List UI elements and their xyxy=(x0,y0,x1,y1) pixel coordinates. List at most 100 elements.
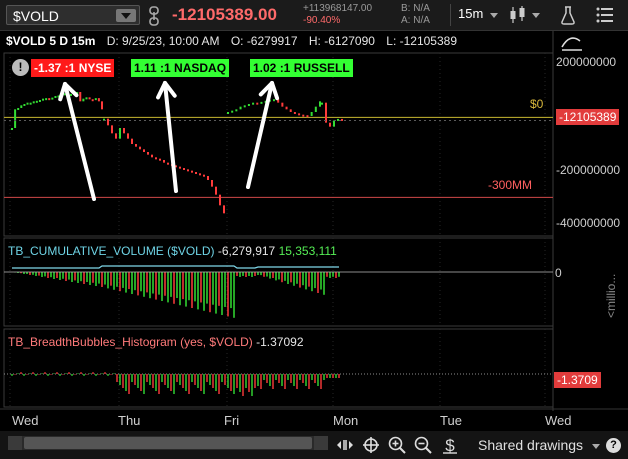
last-price: -12105389.00 xyxy=(172,5,277,24)
chart-header: $VOLD 5 D 15m D: 9/25/23, 10:00 AM O: -6… xyxy=(6,34,465,48)
price-panel xyxy=(4,92,553,214)
candle xyxy=(289,109,292,112)
header-high: H: -6127090 xyxy=(308,34,375,48)
candle xyxy=(191,170,193,173)
candle xyxy=(337,118,339,121)
candle xyxy=(306,115,309,118)
candle xyxy=(329,122,331,127)
bottom-toolbar: $ Shared drawings ? xyxy=(0,431,628,459)
candle xyxy=(293,112,296,114)
crosshair-icon[interactable] xyxy=(362,436,380,454)
chart-side-icons xyxy=(560,33,582,51)
candle xyxy=(252,102,255,105)
net-change: +113968147.00 xyxy=(303,3,373,14)
candle xyxy=(23,104,26,106)
scroll-right-button[interactable] xyxy=(314,436,328,450)
minus-300mm-line-label: -300MM xyxy=(488,178,533,192)
candle xyxy=(167,162,169,165)
scroll-left-button[interactable] xyxy=(8,436,22,450)
chart-menu-icon[interactable] xyxy=(596,7,614,23)
candle xyxy=(139,146,141,150)
candle xyxy=(321,102,323,105)
candle xyxy=(325,102,327,123)
toolbar: $VOLD -12105389.00 +113968147.00 -90.40%… xyxy=(0,0,628,31)
study-name[interactable]: TB_CUMULATIVE_VOLUME ($VOLD) xyxy=(8,244,215,258)
shared-drawings-caret-icon[interactable] xyxy=(592,444,600,449)
alert-icon[interactable]: ! xyxy=(12,59,29,76)
candle xyxy=(183,168,185,170)
candle xyxy=(333,120,335,127)
scrollbar-thumb[interactable] xyxy=(24,437,312,449)
help-icon[interactable]: ? xyxy=(606,438,621,453)
candle xyxy=(227,112,229,114)
candle xyxy=(298,113,301,116)
candle xyxy=(195,172,197,174)
candle xyxy=(319,101,321,107)
zoom-out-icon[interactable] xyxy=(414,436,432,454)
candle xyxy=(247,104,250,106)
chart-type-caret-icon[interactable] xyxy=(532,13,540,18)
zoom-in-icon[interactable] xyxy=(388,436,406,454)
candle xyxy=(235,109,238,112)
link-icon[interactable] xyxy=(148,6,160,26)
drawing-tool-icon xyxy=(561,37,582,51)
candle xyxy=(273,99,275,102)
candle xyxy=(79,92,82,102)
time-axis-label: Wed xyxy=(545,413,572,428)
annotation-arrow xyxy=(246,81,274,189)
candle xyxy=(285,106,288,110)
symbol-selector[interactable]: $VOLD xyxy=(6,5,140,25)
expand-time-axis-icon[interactable] xyxy=(336,436,354,454)
candle xyxy=(131,138,133,144)
price-axis-tick: -200000000 xyxy=(556,163,621,177)
cumulative-axis-zero: 0 xyxy=(555,266,562,280)
russell-ratio-tag: 1.02 :1 RUSSELL xyxy=(250,59,353,77)
candle xyxy=(82,98,85,102)
candle xyxy=(107,118,109,126)
candle xyxy=(29,102,32,105)
candle xyxy=(38,100,41,102)
candle xyxy=(45,98,48,101)
candle xyxy=(302,114,305,117)
symbol-dropdown-icon[interactable] xyxy=(116,9,136,22)
shared-drawings-button[interactable]: Shared drawings xyxy=(478,437,583,453)
study-name[interactable]: TB_BreadthBubbles_Histogram (yes, $VOLD) xyxy=(8,335,253,349)
candle xyxy=(101,101,103,110)
candle xyxy=(155,157,157,160)
symbol-input[interactable]: $VOLD xyxy=(13,8,59,24)
candle xyxy=(151,154,153,158)
candle xyxy=(91,99,94,102)
timeframe-caret-icon[interactable] xyxy=(490,13,498,18)
dollar-icon[interactable]: $ xyxy=(441,436,459,454)
candlestick-icon[interactable] xyxy=(508,5,528,25)
timeframe-button[interactable]: 15m xyxy=(458,6,483,21)
time-axis-label: Mon xyxy=(333,413,359,428)
drawing-tool-icon xyxy=(560,33,582,51)
chart-canvas[interactable] xyxy=(0,31,628,431)
candle xyxy=(69,93,72,96)
candle xyxy=(17,108,20,110)
candle xyxy=(97,98,100,102)
time-axis-label: Tue xyxy=(440,413,462,428)
candle xyxy=(127,133,129,139)
candle xyxy=(88,97,91,100)
cumulative-volume-panel xyxy=(4,265,553,318)
breadth-bubbles-header: TB_BreadthBubbles_Histogram (yes, $VOLD)… xyxy=(8,335,304,349)
chart-grid xyxy=(0,31,628,411)
candle xyxy=(123,128,125,134)
header-symbol-period: $VOLD 5 D 15m xyxy=(6,34,96,48)
studies-beaker-icon[interactable] xyxy=(560,5,576,25)
candle xyxy=(85,97,88,100)
candle xyxy=(35,100,38,103)
header-date: D: 9/25/23, 10:00 AM xyxy=(106,34,220,48)
time-axis-label: Thu xyxy=(118,413,141,428)
candle xyxy=(199,173,201,176)
last-price-axis-tag: -12105389 xyxy=(556,109,620,125)
candle xyxy=(215,186,217,195)
candle xyxy=(281,102,284,107)
candle xyxy=(211,180,213,187)
candle xyxy=(26,102,29,105)
price-axis-tick: -400000000 xyxy=(556,216,621,230)
header-low: L: -12105389 xyxy=(386,34,457,48)
candle xyxy=(11,128,13,130)
